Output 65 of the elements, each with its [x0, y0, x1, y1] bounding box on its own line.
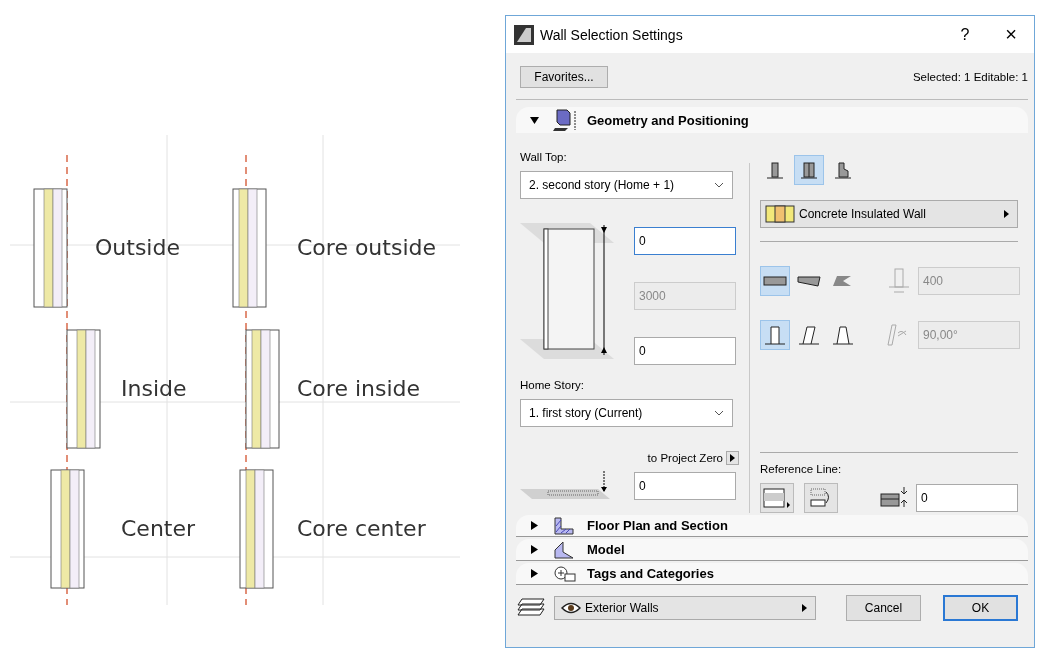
field-label: Reference Line:	[760, 463, 843, 477]
field-label: Wall Top:	[520, 151, 568, 165]
alignment-label: Outside	[95, 235, 180, 260]
eye-icon	[561, 602, 581, 614]
section-header[interactable]: Model	[516, 539, 1028, 561]
field-label: Home Story:	[520, 379, 585, 393]
disclosure-triangle-icon	[530, 115, 539, 125]
composite-dropdown[interactable]: Concrete Insulated Wall	[760, 200, 1018, 228]
flip-reference-button[interactable]	[804, 483, 838, 513]
top-offset-field[interactable]: 0	[634, 227, 736, 255]
reference-line-icon	[762, 486, 792, 510]
layer-dropdown[interactable]: Exterior Walls	[554, 596, 816, 620]
project-zero-label: to Project Zero	[647, 452, 723, 464]
caret-icon	[1004, 210, 1009, 218]
wall-structure-icon	[834, 160, 852, 180]
wall-profile-button[interactable]	[760, 320, 790, 350]
alignment-label: Core inside	[297, 376, 421, 401]
section-title: Geometry and Positioning	[587, 112, 749, 128]
wall-shape-button[interactable]	[760, 266, 790, 296]
app-logo-icon	[514, 24, 534, 45]
layers-icon	[516, 597, 546, 619]
wall-top-dropdown[interactable]: 2. second story (Home + 1)	[520, 171, 733, 199]
home-story-dropdown[interactable]: 1. first story (Current)	[520, 399, 733, 427]
chevron-down-icon	[714, 410, 724, 416]
close-button[interactable]: ×	[988, 19, 1034, 50]
wall-profile-icon	[764, 324, 786, 346]
selection-info: Selected: 1 Editable: 1	[912, 71, 1028, 83]
favorites-button[interactable]: Favorites...	[520, 66, 608, 88]
caret-icon	[802, 604, 807, 612]
window-title: Wall Selection Settings	[540, 26, 684, 43]
tag-icon	[553, 563, 579, 584]
section-title: Model	[587, 542, 625, 557]
structure-type-button[interactable]	[794, 155, 824, 185]
disclosure-triangle-icon	[530, 545, 539, 554]
reference-line-button[interactable]	[760, 483, 794, 513]
alignment-label: Center	[121, 516, 196, 541]
alignment-label: Inside	[121, 376, 187, 401]
insulated-wall-icon	[765, 205, 795, 223]
wall-thickness-icon	[886, 267, 912, 295]
alignment-label: Core outside	[297, 235, 436, 260]
bottom-offset-field[interactable]: 0	[634, 337, 736, 365]
reference-offset-icon	[880, 486, 910, 510]
wall-shape-icon	[763, 274, 787, 288]
caret-button[interactable]	[726, 451, 739, 465]
reference-offset-field[interactable]: 0	[916, 484, 1018, 512]
section-header[interactable]: Floor Plan and Section	[516, 515, 1028, 537]
caret-icon	[730, 454, 735, 462]
wall-profile-icon	[798, 324, 820, 346]
section-title: Tags and Categories	[587, 566, 714, 581]
chevron-down-icon	[714, 182, 724, 188]
wall-structure-icon	[766, 160, 784, 180]
disclosure-triangle-icon	[530, 569, 539, 578]
section-title: Floor Plan and Section	[587, 518, 728, 533]
wall-geometry-icon	[553, 108, 579, 132]
wall-profile-icon	[832, 324, 854, 346]
disclosure-triangle-icon	[530, 521, 539, 530]
section-header[interactable]: Geometry and Positioning	[516, 107, 1028, 133]
project-zero-field[interactable]: 0	[634, 472, 736, 500]
help-button[interactable]: ?	[942, 19, 988, 50]
section-header[interactable]: Tags and Categories	[516, 563, 1028, 585]
cancel-button[interactable]: Cancel	[846, 595, 921, 621]
alignment-label: Core center	[297, 516, 426, 541]
ok-button[interactable]: OK	[943, 595, 1018, 621]
wall-structure-icon	[800, 160, 818, 180]
wall-shape-icon	[797, 274, 821, 288]
